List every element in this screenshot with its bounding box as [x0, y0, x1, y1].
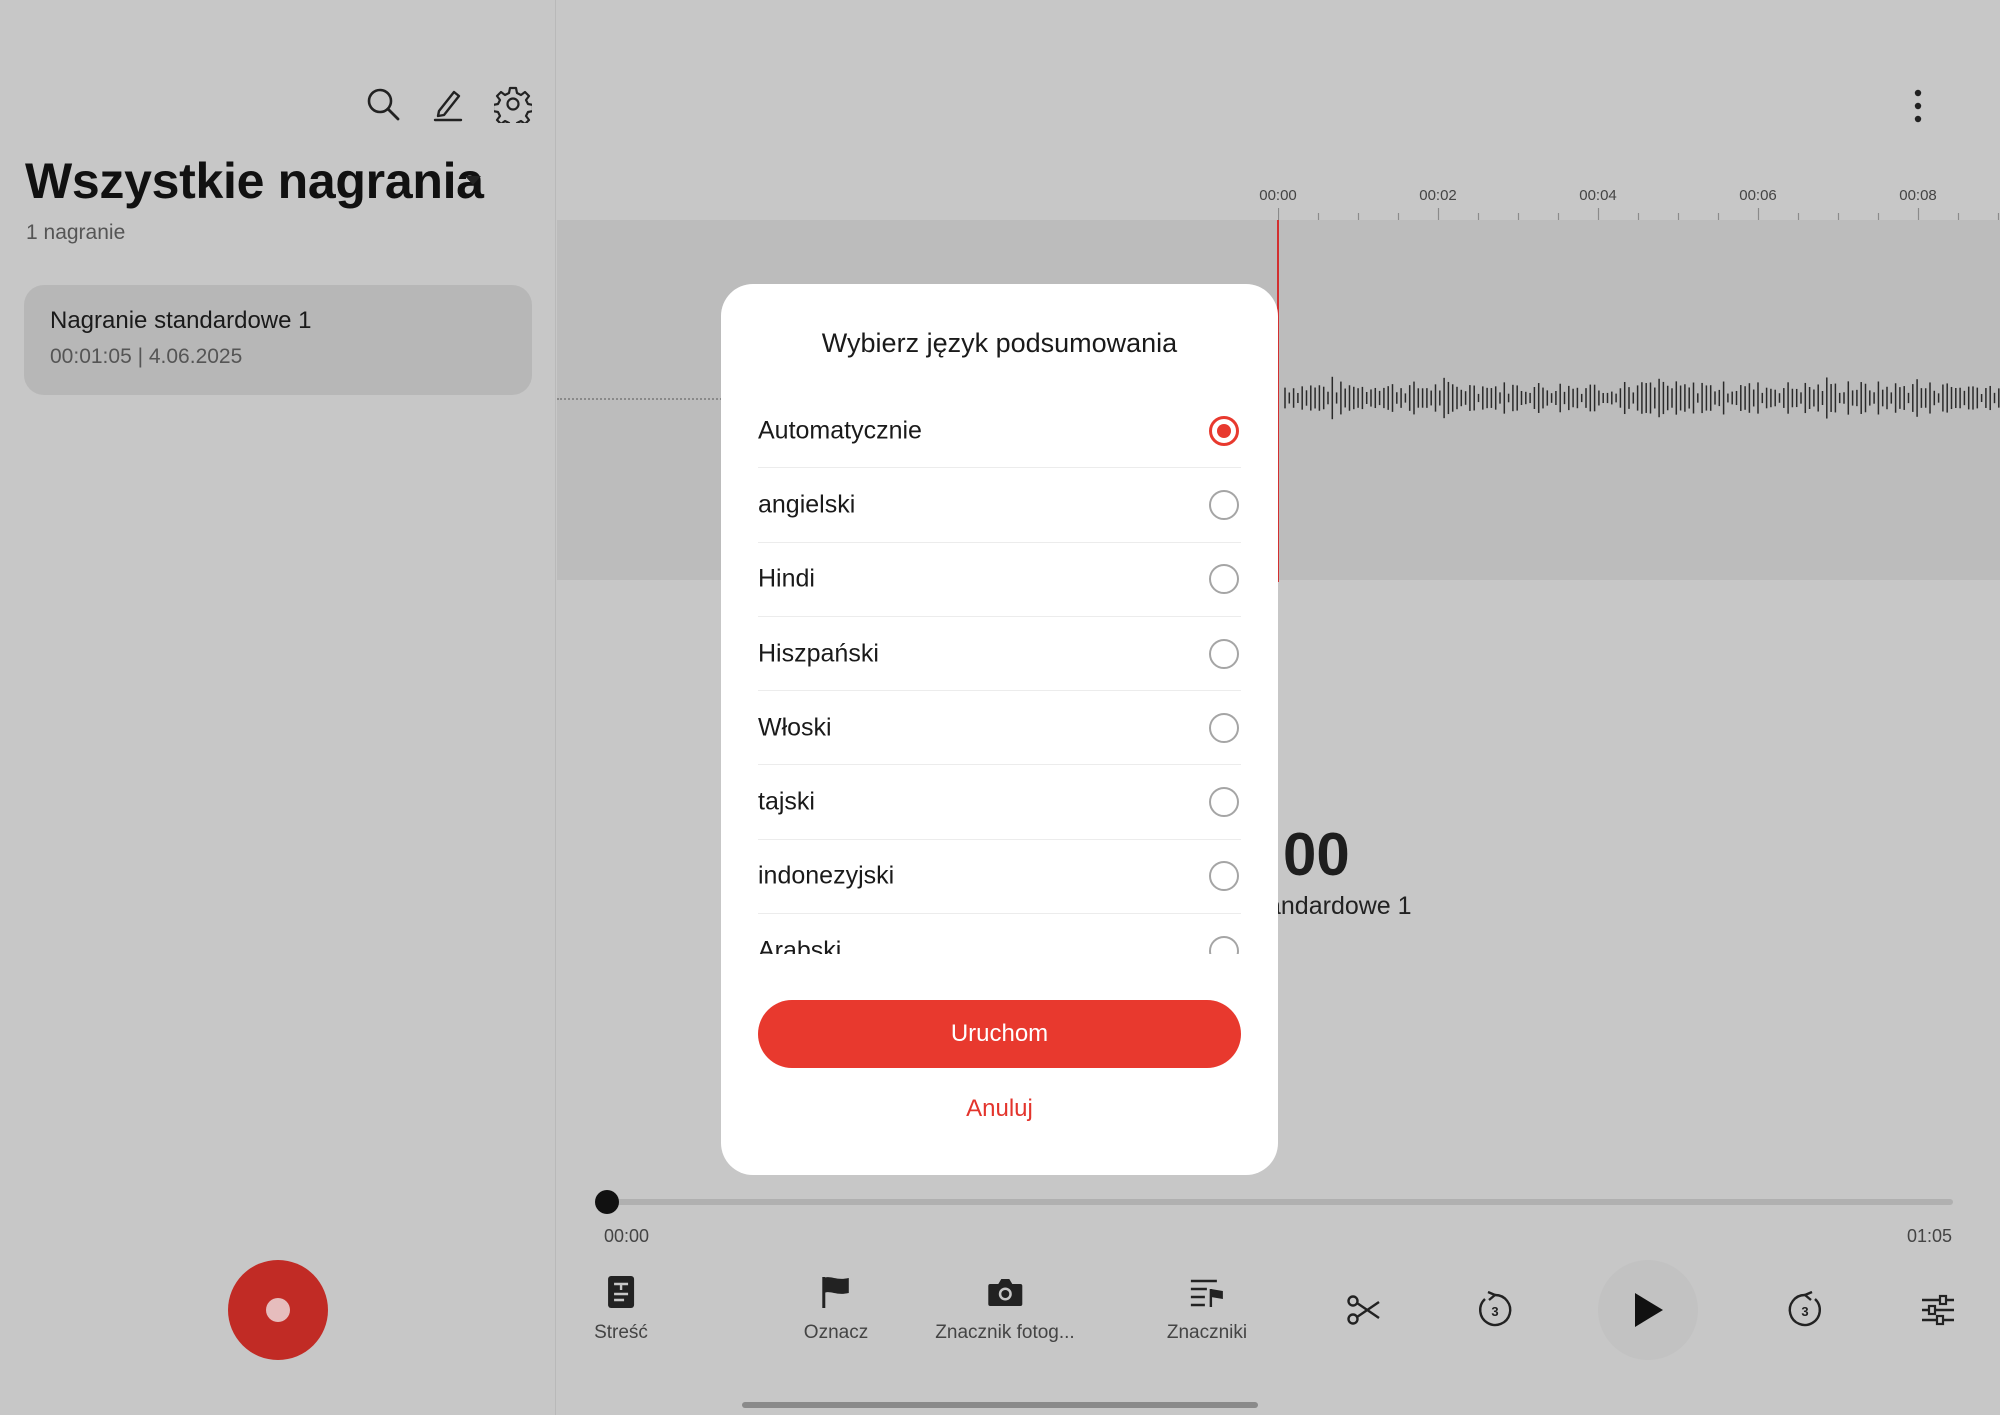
position-time: 00:00: [604, 1226, 650, 1246]
scissors-icon: [1347, 1295, 1380, 1325]
recording-name: Nagranie standardowe 1: [50, 307, 312, 334]
language-radio[interactable]: [1209, 936, 1239, 954]
search-icon: [367, 88, 400, 121]
timeline-tick-label: 00:04: [1579, 187, 1617, 204]
language-option[interactable]: Automatycznie: [758, 394, 1241, 469]
timeline-tick-label: 00:02: [1419, 187, 1457, 204]
markers-list-label: Znaczniki: [1166, 1322, 1248, 1343]
rewind-3s-button[interactable]: 3: [1475, 1290, 1515, 1330]
photo-marker-label: Znacznik fotog...: [935, 1322, 1075, 1343]
recording-count: 1 nagranie: [26, 221, 126, 244]
language-radio[interactable]: [1209, 489, 1239, 520]
language-option-label: angielski: [758, 490, 856, 519]
summary-icon: [607, 1276, 634, 1308]
gear-icon: [494, 86, 532, 123]
markers-list-button[interactable]: Znaczniki: [1167, 1272, 1247, 1344]
timeline-tick-label: 00:00: [1259, 187, 1297, 204]
camera-icon: [988, 1279, 1022, 1306]
language-radio[interactable]: [1209, 712, 1239, 743]
search-button[interactable]: [361, 82, 405, 126]
more-vertical-icon: [1914, 89, 1922, 123]
more-options-button[interactable]: [1896, 84, 1940, 128]
language-option[interactable]: angielski: [758, 468, 1241, 543]
edit-button[interactable]: [426, 82, 470, 126]
summary-button[interactable]: Streść: [594, 1272, 648, 1344]
svg-text:3: 3: [1491, 1304, 1498, 1319]
summary-label: Streść: [594, 1322, 648, 1343]
pencil-icon: [433, 90, 463, 122]
forward-3s-button[interactable]: 3: [1785, 1290, 1825, 1330]
dialog-title: Wybierz język podsumowania: [821, 328, 1178, 358]
language-option-label: Automatycznie: [758, 416, 922, 445]
language-option-label: Hiszpański: [758, 639, 879, 668]
language-radio[interactable]: [1209, 564, 1239, 595]
chevron-down-icon[interactable]: [465, 176, 481, 185]
cancel-button[interactable]: Anuluj: [721, 1084, 1278, 1134]
mark-button[interactable]: Oznacz: [804, 1272, 868, 1344]
language-option-label: tajski: [758, 787, 815, 816]
language-option[interactable]: Włoski: [758, 691, 1241, 766]
language-radio[interactable]: [1209, 861, 1239, 892]
rewind-3-icon: 3: [1479, 1291, 1512, 1327]
play-button[interactable]: [1598, 1260, 1698, 1360]
start-button[interactable]: Uruchom: [758, 1000, 1241, 1068]
timeline-ruler: [1278, 208, 2000, 220]
mark-label: Oznacz: [803, 1322, 869, 1343]
recording-meta: 00:01:05 | 4.06.2025: [50, 345, 243, 368]
language-option-label: Arabski: [758, 936, 842, 954]
seek-thumb[interactable]: [595, 1190, 619, 1214]
language-option-label: Włoski: [758, 713, 832, 742]
home-indicator: [742, 1402, 1258, 1408]
record-icon: [266, 1298, 290, 1322]
language-option[interactable]: Hiszpański: [758, 617, 1241, 692]
forward-3-icon: 3: [1788, 1291, 1821, 1327]
language-list[interactable]: Automatycznie angielski Hindi Hiszpański…: [758, 394, 1241, 954]
waveform: [1284, 376, 2000, 420]
timeline-tick-label: 00:06: [1739, 187, 1777, 204]
record-button[interactable]: [228, 1260, 328, 1360]
recordings-panel: Wszystkie nagrania 1 nagranie Nagranie s…: [0, 0, 556, 1415]
svg-text:3: 3: [1801, 1304, 1808, 1319]
language-option[interactable]: Arabski: [758, 914, 1241, 954]
language-radio[interactable]: [1209, 638, 1239, 669]
language-radio[interactable]: [1209, 415, 1239, 446]
recording-list-item[interactable]: Nagranie standardowe 1 00:01:05 | 4.06.2…: [24, 285, 532, 395]
play-icon: [1635, 1293, 1663, 1327]
summary-language-dialog: Wybierz język podsumowania Automatycznie…: [721, 284, 1278, 1175]
audio-settings-button[interactable]: [1918, 1290, 1958, 1330]
duration-time: 01:05: [1907, 1226, 1953, 1246]
settings-button[interactable]: [491, 82, 535, 126]
photo-marker-button[interactable]: Znacznik fotog...: [935, 1272, 1075, 1344]
language-option-label: indonezyjski: [758, 861, 895, 890]
language-radio[interactable]: [1209, 787, 1239, 818]
sliders-icon: [1922, 1294, 1954, 1326]
page-title[interactable]: Wszystkie nagrania: [25, 152, 484, 210]
waveform-baseline: [557, 398, 722, 400]
markers-list-icon: [1191, 1279, 1223, 1307]
language-option[interactable]: indonezyjski: [758, 840, 1241, 915]
playing-recording-name: andardowe 1: [1267, 892, 1412, 920]
trim-button[interactable]: [1345, 1290, 1385, 1330]
language-option-label: Hindi: [758, 564, 815, 593]
language-option[interactable]: tajski: [758, 765, 1241, 840]
seek-bar[interactable]: [607, 1199, 1953, 1205]
timeline-tick-label: 00:08: [1899, 187, 1937, 204]
flag-icon: [822, 1277, 849, 1308]
language-option[interactable]: Hindi: [758, 543, 1241, 617]
